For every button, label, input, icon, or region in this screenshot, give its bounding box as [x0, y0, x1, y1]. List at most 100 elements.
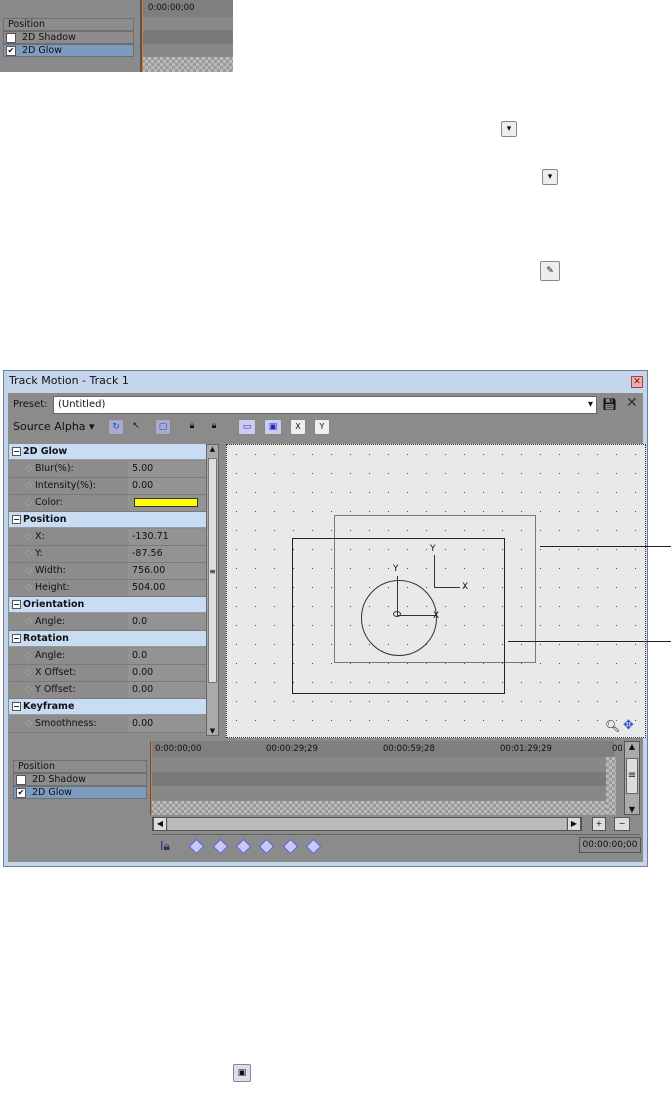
timeline[interactable]: 0:00:00;00 00:00:29;29 00:00:59;28 00:01… — [150, 741, 622, 815]
property-value[interactable]: 756.00 — [128, 563, 206, 579]
property-value[interactable]: 0.00 — [128, 682, 206, 698]
scroll-right-button[interactable]: ▶ — [567, 817, 581, 831]
property-label: ◇ Color: — [9, 495, 127, 511]
move-icon[interactable]: ✥ — [623, 718, 634, 733]
property-row[interactable]: ◇ Smoothness: 0.00 — [9, 716, 206, 733]
lock-x-icon[interactable]: 🔒︎ — [184, 419, 200, 435]
top-timeline[interactable]: 0:00:00;00 — [140, 0, 233, 72]
zoom-in-button[interactable]: + — [592, 817, 606, 831]
next-keyframe-icon[interactable] — [235, 838, 252, 855]
track-row-2d-glow[interactable]: ✔ 2D Glow — [3, 44, 134, 57]
section-header[interactable]: − Rotation — [9, 631, 206, 647]
first-keyframe-icon[interactable] — [188, 838, 205, 855]
property-row[interactable]: ◇ X: -130.71 — [9, 529, 206, 546]
property-row[interactable]: ◇ Width: 756.00 — [9, 563, 206, 580]
time-tick: 00:01:29;29 — [500, 744, 552, 754]
edit-in-frame-icon[interactable]: ▣ — [264, 419, 282, 435]
track-row-2d-shadow[interactable]: 2D Shadow — [13, 773, 147, 786]
timeline-vscroll[interactable]: ▲ ≡ ▼ — [624, 741, 640, 815]
zoom-out-button[interactable]: − — [614, 817, 630, 831]
property-value[interactable]: -130.71 — [128, 529, 206, 545]
collapse-icon[interactable]: − — [12, 702, 21, 711]
chevron-down-icon[interactable]: ▾ — [588, 397, 593, 413]
last-keyframe-icon[interactable] — [258, 838, 275, 855]
property-row[interactable]: ◇ X Offset: 0.00 — [9, 665, 206, 682]
scroll-left-button[interactable]: ◀ — [153, 817, 167, 831]
property-value[interactable]: 0.00 — [128, 716, 206, 732]
section-title: Orientation — [23, 599, 85, 610]
property-value[interactable]: -87.56 — [128, 546, 206, 562]
track-header: Position — [3, 18, 134, 31]
property-row[interactable]: ◇ Intensity(%): 0.00 — [9, 478, 206, 495]
y-axis-label: Y — [393, 564, 399, 574]
save-icon[interactable]: 💾︎ — [602, 397, 617, 411]
dropdown-icon[interactable]: ▾ — [501, 121, 517, 137]
property-value[interactable]: 0.0 — [128, 648, 206, 664]
select-pointer-icon[interactable]: ↖ — [128, 419, 144, 435]
property-row[interactable]: ◇ Angle: 0.0 — [9, 648, 206, 665]
collapse-icon[interactable]: − — [12, 515, 21, 524]
track-motion-dialog: Track Motion - Track 1 ✕ Preset: (Untitl… — [3, 370, 648, 867]
rotation-circle[interactable] — [361, 580, 437, 656]
property-label: ◇ Width: — [9, 563, 127, 579]
collapse-icon[interactable]: − — [12, 634, 21, 643]
property-value[interactable]: 0.00 — [128, 478, 206, 494]
property-row[interactable]: ◇ Blur(%): 5.00 — [9, 461, 206, 478]
zoom-icon[interactable]: 🔍︎ — [605, 719, 620, 733]
property-label: ◇ X: — [9, 529, 127, 545]
property-row[interactable]: ◇ Height: 504.00 — [9, 580, 206, 597]
preset-input[interactable]: (Untitled) ▾ — [53, 396, 597, 414]
close-icon[interactable]: ✕ — [631, 376, 643, 388]
collapse-icon[interactable]: − — [12, 447, 21, 456]
property-value[interactable]: 0.0 — [128, 614, 206, 630]
properties-scrollbar[interactable]: ▲ ≡ ▼ — [206, 444, 219, 736]
section-title: Position — [23, 514, 67, 525]
properties-panel: −2D Glow ◇ Blur(%): 5.00 ◇ Intensity(%): 0.00 ◇… — [9, 444, 206, 736]
property-value[interactable]: 504.00 — [128, 580, 206, 596]
prevent-x-icon[interactable]: X — [290, 419, 306, 435]
3d-box-icon[interactable]: ▢ — [155, 419, 171, 435]
snap-grid-icon[interactable]: ▭ — [238, 419, 256, 435]
lock-envelopes-icon[interactable]: I🔒︎ — [160, 839, 170, 854]
lock-y-icon[interactable]: 🔒︎ — [206, 419, 222, 435]
motion-canvas[interactable]: Y X Y X 🔍︎ ✥ — [226, 444, 646, 738]
prev-keyframe-icon[interactable] — [212, 838, 229, 855]
window-icon[interactable]: ▣ — [233, 1064, 251, 1082]
delete-icon[interactable]: ✕ — [626, 395, 638, 411]
track-row-2d-glow[interactable]: ✔ 2D Glow — [13, 786, 147, 799]
property-row[interactable]: ◇ Color: — [9, 495, 206, 512]
section-header[interactable]: −2D Glow — [9, 444, 206, 460]
section-header[interactable]: − Position — [9, 512, 206, 528]
section-header[interactable]: − Orientation — [9, 597, 206, 613]
time-tick: 00:00:29;29 — [266, 744, 318, 754]
time-label: 0:00:00;00 — [148, 3, 195, 13]
time-display: 00:00:00;00 — [579, 837, 641, 853]
source-alpha-dropdown[interactable]: Source Alpha ▾ — [13, 420, 95, 433]
property-value[interactable]: 0.00 — [128, 665, 206, 681]
prevent-y-icon[interactable]: Y — [314, 419, 330, 435]
property-row[interactable]: ◇ Y Offset: 0.00 — [9, 682, 206, 699]
eyedropper-icon[interactable]: ✎ — [540, 261, 560, 281]
delete-keyframe-icon[interactable] — [305, 838, 322, 855]
add-keyframe-icon[interactable] — [282, 838, 299, 855]
collapse-icon[interactable]: − — [12, 600, 21, 609]
color-swatch[interactable] — [128, 495, 206, 511]
checkbox[interactable] — [6, 33, 16, 43]
preset-value: (Untitled) — [58, 399, 106, 410]
track-row-2d-shadow[interactable]: 2D Shadow — [3, 31, 134, 44]
x-axis-label: X — [433, 611, 440, 621]
property-row[interactable]: ◇ Y: -87.56 — [9, 546, 206, 563]
rotate-icon[interactable]: ↻ — [108, 419, 124, 435]
checkbox[interactable] — [16, 775, 26, 785]
section-header[interactable]: − Keyframe — [9, 699, 206, 715]
checkbox[interactable]: ✔ — [6, 46, 16, 56]
property-label: ◇ X Offset: — [9, 665, 127, 681]
dropdown-icon[interactable]: ▾ — [542, 169, 558, 185]
property-row[interactable]: ◇ Angle: 0.0 — [9, 614, 206, 631]
property-label: ◇ Y: — [9, 546, 127, 562]
property-value[interactable]: 5.00 — [128, 461, 206, 477]
checkbox[interactable]: ✔ — [16, 788, 26, 798]
callout-line — [540, 546, 671, 547]
timeline-hscroll[interactable]: ◀ ▶ — [152, 817, 582, 831]
track-label: 2D Glow — [32, 787, 72, 798]
